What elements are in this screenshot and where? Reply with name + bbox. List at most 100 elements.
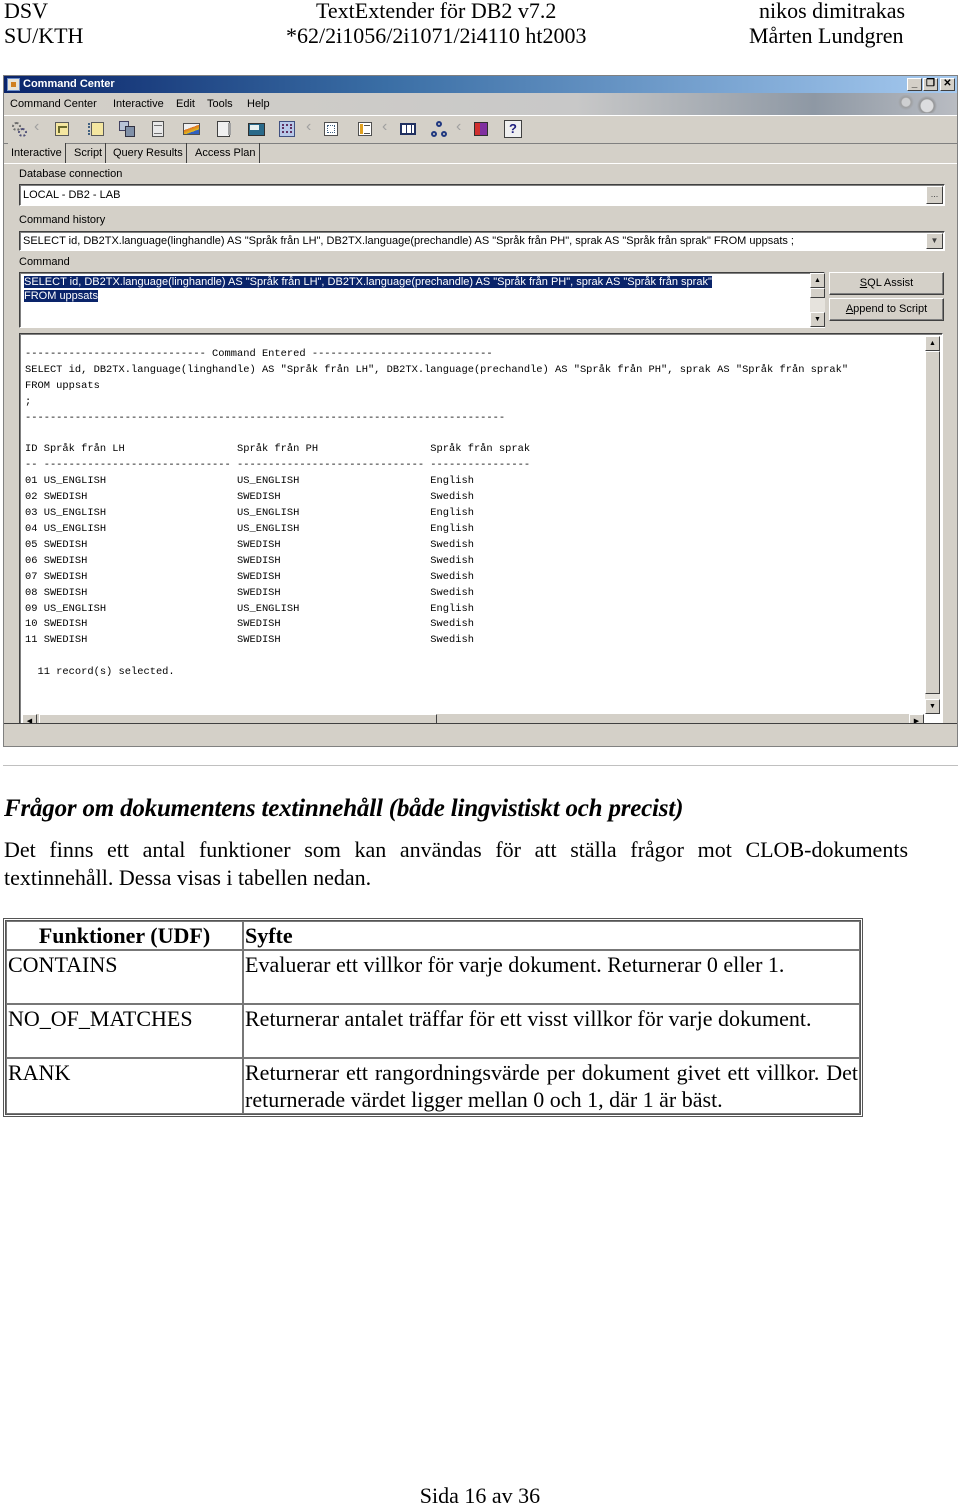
header-org-sub: SU/KTH [4,23,84,48]
book-icon[interactable] [472,120,490,138]
scroll-thumb[interactable] [810,288,825,298]
database-objects-icon[interactable] [118,120,136,138]
header-org: DSV [4,0,49,23]
function-purpose: Returnerar antalet träffar för ett visst… [243,1004,860,1058]
command-history-label: Command history [19,214,106,226]
title-bar[interactable]: Command Center _ ❐ ✕ [4,76,957,93]
output-row: 06 SWEDISH SWEDISH Swedish [25,554,474,567]
output-row: 02 SWEDISH SWEDISH Swedish [25,491,474,504]
header-author-1: nikos dimitrakas [759,0,906,23]
output-row: 08 SWEDISH SWEDISH Swedish [25,586,474,599]
minimize-button[interactable]: _ [907,78,922,91]
header-purpose: Syfte [243,921,860,950]
menu-command-center[interactable]: Command Center [10,93,97,115]
scroll-up-icon[interactable]: ▲ [810,273,825,288]
toolbar-separator [34,118,40,136]
options-icon[interactable] [322,120,340,138]
output-blank [25,649,848,665]
tree-icon[interactable] [430,120,448,138]
header-author-2: Mårten Lundgren [749,23,904,48]
tab-script[interactable]: Script [71,143,107,163]
scroll-up-icon[interactable]: ▲ [925,336,940,351]
menu-help[interactable]: Help [247,93,270,115]
results-vertical-scrollbar[interactable]: ▲ ▼ [925,336,940,714]
function-purpose: Returnerar ett rangordningsvärde per dok… [243,1058,860,1114]
append-to-script-button[interactable]: Append to Script [829,298,944,321]
command-history-dropdown[interactable]: SELECT id, DB2TX.language(linghandle) AS… [19,231,945,251]
menu-interactive[interactable]: Interactive [113,93,164,115]
command-scrollbar[interactable]: ▲ ▼ [810,273,825,327]
list-icon[interactable] [356,120,374,138]
output-blank [25,427,848,443]
header-title: TextExtender för DB2 v7.2 [316,0,557,23]
results-vscroll-thumb[interactable] [925,351,940,694]
monitor-icon[interactable] [247,120,265,138]
scroll-down-icon[interactable]: ▼ [810,312,825,327]
output-row: 01 US_ENGLISH US_ENGLISH English [25,475,474,488]
results-output[interactable]: ----------------------------- Command En… [19,333,943,732]
command-line-2: FROM uppsats [24,290,98,302]
table-row: RANK Returnerar ett rangordningsvärde pe… [6,1058,860,1114]
intro-paragraph: Det finns ett antal funktioner som kan a… [4,837,908,890]
window-title: Command Center [23,78,115,90]
sql-assist-label: QL Assist [867,277,914,289]
command-center-app-icon [7,78,20,91]
output-sql-line: SELECT id, DB2TX.language(linghandle) AS… [25,363,849,376]
command-center-window: Command Center _ ❐ ✕ Command Center Inte… [3,75,958,747]
command-input[interactable]: SELECT id, DB2TX.language(linghandle) AS… [19,272,825,328]
script-open-icon[interactable] [87,120,105,138]
help-icon[interactable]: ? [504,120,522,138]
output-column-headers: ID Språk från LH Språk från PH Språk frå… [25,443,531,456]
command-label: Command [19,256,70,268]
function-name: RANK [6,1058,243,1114]
header-course-codes: *62/2i1056/2i1071/2i4110 ht2003 [286,23,587,48]
output-row: 11 SWEDISH SWEDISH Swedish [25,634,474,647]
db-connection-field[interactable]: LOCAL - DB2 - LAB [19,184,945,206]
menu-tools[interactable]: Tools [207,93,233,115]
toolbar-separator [306,118,312,136]
scroll-down-icon[interactable]: ▼ [925,699,940,714]
section-heading: Frågor om dokumentens textinnehåll (både… [4,795,684,822]
output-underline: -- ------------------------------ ------… [25,459,531,472]
table-icon[interactable] [399,120,417,138]
divider [3,765,958,766]
document-icon[interactable] [149,120,167,138]
toolbar-separator [456,118,462,136]
page-number: Sida 16 av 36 [419,1483,541,1508]
output-sql-line: FROM uppsats [25,379,100,392]
function-name: CONTAINS [6,950,243,1004]
tab-interactive[interactable]: Interactive [8,143,66,163]
notebook-icon[interactable] [214,120,232,138]
toolbar-separator [382,118,388,136]
header-functions: Funktioner (UDF) [6,921,243,950]
function-name: NO_OF_MATCHES [6,1004,243,1058]
table-row: CONTAINS Evaluerar ett villkor för varje… [6,950,860,1004]
gears-icon[interactable] [10,120,28,138]
sql-assist-button[interactable]: SQL Assist [829,272,944,295]
tab-access-plan[interactable]: Access Plan [192,143,260,163]
browse-connection-button[interactable]: ... [926,186,943,204]
db-connection-label: Database connection [19,168,123,180]
graph-icon[interactable] [182,120,200,138]
output-separator: ----------------------------------------… [25,411,506,424]
query-help-icon[interactable] [278,120,296,138]
output-row: 04 US_ENGLISH US_ENGLISH English [25,522,474,535]
close-button[interactable]: ✕ [940,78,955,91]
tab-query-results[interactable]: Query Results [110,143,187,163]
menu-edit[interactable]: Edit [176,93,195,115]
toolbar: ? [4,115,957,144]
restore-button[interactable]: ❐ [923,78,938,91]
output-row: 05 SWEDISH SWEDISH Swedish [25,538,474,551]
status-bar [4,723,957,746]
output-row: 10 SWEDISH SWEDISH Swedish [25,618,474,631]
script-icon[interactable] [53,120,71,138]
table-header-row: Funktioner (UDF) Syfte [6,921,860,950]
gears-logo-icon [891,95,951,113]
udf-table: Funktioner (UDF) Syfte CONTAINS Evaluera… [3,918,863,1117]
output-banner: ----------------------------- Command En… [25,348,493,360]
output-row: 03 US_ENGLISH US_ENGLISH English [25,507,474,520]
output-row: 07 SWEDISH SWEDISH Swedish [25,570,474,583]
output-row: 09 US_ENGLISH US_ENGLISH English [25,602,474,615]
history-dropdown-arrow-icon[interactable]: ▼ [926,233,943,249]
table-row: NO_OF_MATCHES Returnerar antalet träffar… [6,1004,860,1058]
